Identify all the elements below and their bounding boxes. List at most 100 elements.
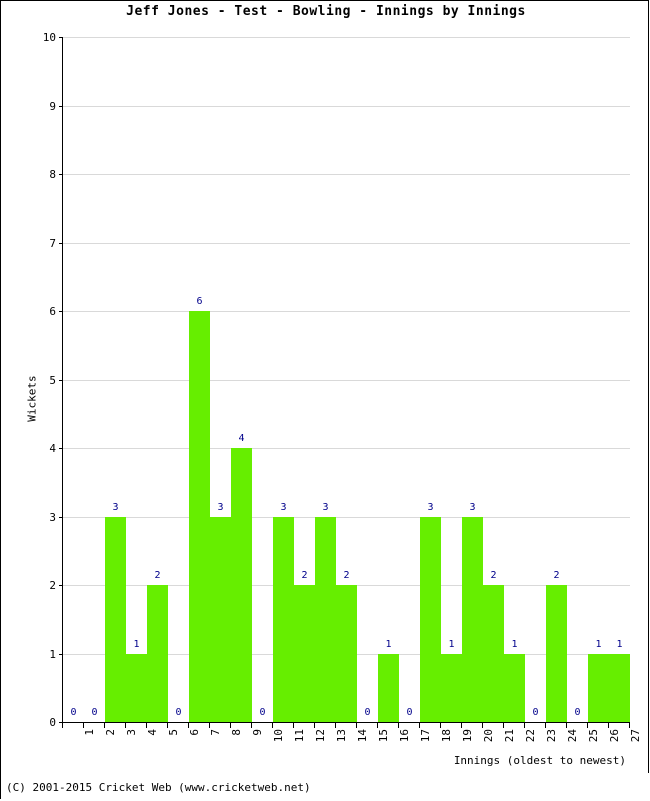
x-tick-mark [125,723,126,728]
bar[interactable] [231,448,252,722]
bar[interactable] [294,585,315,722]
bar-slot[interactable]: 0 [567,37,588,722]
x-tick-mark [335,723,336,728]
x-tick-mark [566,723,567,728]
y-tick-label: 9 [49,99,56,113]
bar-value-label: 2 [301,570,308,581]
x-tick-label: 10 [271,729,285,743]
bar-slot[interactable]: 1 [504,37,525,722]
bar-slot[interactable]: 0 [525,37,546,722]
x-tick-mark [104,723,105,728]
bar-slot[interactable]: 0 [252,37,273,722]
x-tick-label: 1 [82,729,96,736]
bar[interactable] [105,516,126,722]
bar[interactable] [420,516,441,722]
bar-slot[interactable]: 3 [273,37,294,722]
chart-frame: Jeff Jones - Test - Bowling - Innings by… [0,0,650,801]
x-tick-mark [545,723,546,728]
bar-slot[interactable]: 0 [84,37,105,722]
bar-slot[interactable]: 1 [126,37,147,722]
bar-slot[interactable]: 0 [168,37,189,722]
x-tick-label: 26 [607,729,621,743]
bar[interactable] [273,516,294,722]
x-tick-label: 17 [418,729,432,743]
x-tick-mark [293,723,294,728]
bar[interactable] [126,653,147,722]
bar[interactable] [315,516,336,722]
bar[interactable] [336,585,357,722]
x-tick-mark [377,723,378,728]
bar[interactable] [189,311,210,722]
x-tick-label: 23 [544,729,558,743]
bar-slot[interactable]: 3 [462,37,483,722]
bar[interactable] [609,653,630,722]
bar-value-label: 3 [280,501,287,513]
bar-value-label: 0 [91,707,98,718]
bar[interactable] [504,653,525,722]
bar-slot[interactable]: 1 [609,37,630,722]
x-tick-label: 15 [376,729,390,743]
y-tick-label: 10 [42,31,56,44]
x-tick-label: 18 [439,729,453,743]
bar[interactable] [378,653,399,722]
x-tick-label: 27 [628,729,642,743]
bar-slot[interactable]: 2 [483,37,504,722]
bar-value-label: 2 [553,570,560,581]
bar-slot[interactable]: 2 [147,37,168,722]
bar-value-label: 2 [154,570,161,581]
y-tick-label: 2 [49,579,56,592]
y-tick-label: 3 [49,510,56,524]
y-tick-label: 8 [49,168,56,181]
x-tick-label: 13 [334,729,348,743]
x-tick-label: 6 [187,729,201,736]
x-tick-label: 14 [355,729,369,743]
bar[interactable] [588,653,609,722]
bar-slot[interactable]: 1 [378,37,399,722]
footer-copyright: (C) 2001-2015 Cricket Web (www.cricketwe… [6,781,311,794]
bar-slot[interactable]: 3 [315,37,336,722]
x-tick-label: 25 [586,729,600,743]
bar-value-label: 2 [343,570,350,581]
bar-value-label: 0 [364,707,371,718]
y-tick-label: 7 [49,236,56,250]
bar-slot[interactable]: 2 [336,37,357,722]
bar-slot[interactable]: 3 [210,37,231,722]
bar-slot[interactable]: 4 [231,37,252,722]
y-axis-tick-labels: Wickets 0 1 2 3 4 5 6 7 8 9 10 [10,32,57,728]
bar-value-label: 6 [196,296,203,307]
bar[interactable] [147,585,168,722]
x-tick-label: 16 [397,729,411,743]
bar[interactable] [210,516,231,722]
x-tick-mark [440,723,441,728]
bar[interactable] [546,585,567,722]
bar-slot[interactable]: 3 [420,37,441,722]
bar-slot[interactable]: 2 [294,37,315,722]
bar-slot[interactable]: 0 [399,37,420,722]
x-tick-mark [524,723,525,728]
bar-value-label: 1 [511,638,518,650]
bar-slot[interactable]: 0 [63,37,84,722]
bar[interactable] [441,653,462,722]
y-tick-label: 6 [49,305,56,318]
bar[interactable] [462,516,483,722]
y-tick-label: 4 [49,442,56,455]
x-tick-label: 3 [124,729,138,736]
bar-value-label: 0 [574,707,581,718]
x-tick-label: 11 [292,729,306,743]
bar-slot[interactable]: 3 [105,37,126,722]
x-tick-label: 7 [208,729,222,736]
bar[interactable] [483,585,504,722]
bar-value-label: 0 [406,707,413,718]
bar-value-label: 1 [133,638,140,650]
chart-title: Jeff Jones - Test - Bowling - Innings by… [126,4,526,19]
bar-slot[interactable]: 6 [189,37,210,722]
bar-value-label: 1 [385,638,392,650]
bar-value-label: 0 [70,707,77,718]
y-tick-label: 0 [49,716,56,729]
bar-slot[interactable]: 1 [441,37,462,722]
bar-value-label: 2 [490,570,497,581]
bar-slot[interactable]: 0 [357,37,378,722]
bar-slot[interactable]: 1 [588,37,609,722]
x-tick-mark [230,723,231,728]
bar-slot[interactable]: 2 [546,37,567,722]
